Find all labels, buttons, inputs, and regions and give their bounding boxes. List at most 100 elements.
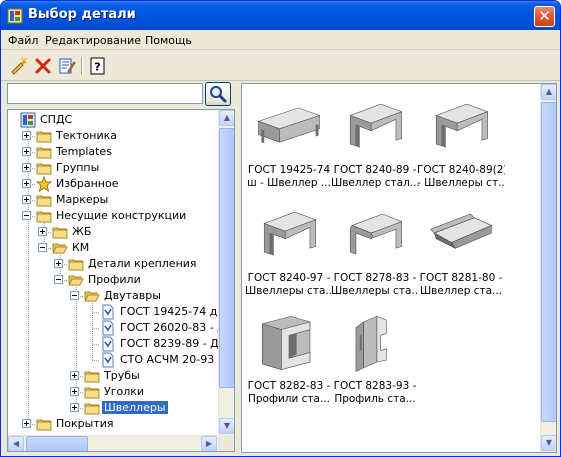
tree-node-label: Детали крепления <box>88 257 197 270</box>
tree-node[interactable]: Несущие конструкции <box>8 208 218 224</box>
menu-edit[interactable]: Редактирование <box>45 34 141 47</box>
tree-node[interactable]: Трубы <box>8 368 218 384</box>
tree-node[interactable]: Швеллеры <box>8 400 218 416</box>
tree-node[interactable]: СПДС <box>8 112 218 128</box>
folder-open-icon <box>68 272 84 288</box>
search-input[interactable] <box>7 83 203 104</box>
help-button[interactable]: ? <box>88 56 108 76</box>
close-icon: ✕ <box>538 7 551 25</box>
part-tile[interactable]: ГОСТ 8240-97 - Швеллеры ста... <box>245 200 333 308</box>
preview-scroll-thumb[interactable] <box>541 102 556 422</box>
part-tile[interactable]: ГОСТ 8283-93 - Профиль ста... <box>333 308 417 416</box>
part-caption-line1: ГОСТ 8281-80 - <box>419 272 503 284</box>
tree-node[interactable]: Маркеры <box>8 192 218 208</box>
tree-node[interactable]: КМ <box>8 240 218 256</box>
part-tile[interactable]: ГОСТ 8281-80 - Швеллер ста... <box>419 200 503 308</box>
tree-node-label: Покрытия <box>56 417 114 430</box>
window-title: Выбор детали <box>28 7 136 22</box>
part-tile[interactable]: ГОСТ 8240-89 - Швеллер стал... <box>331 92 419 200</box>
tree-node[interactable]: СТО АСЧМ 20-93 - <box>8 352 222 368</box>
collapse-icon[interactable] <box>54 275 63 284</box>
part-tile[interactable]: ГОСТ 8282-83 - Профили ста... <box>247 308 331 416</box>
expand-icon[interactable] <box>22 147 31 156</box>
expand-icon[interactable] <box>70 387 79 396</box>
delete-button[interactable] <box>33 56 53 76</box>
part-caption: ГОСТ 8240-97 - Швеллеры ста... <box>245 272 333 298</box>
collapse-icon[interactable] <box>70 291 79 300</box>
preview-vertical-scrollbar[interactable]: ▲ ▼ <box>540 84 556 452</box>
scroll-right-button[interactable]: ▶ <box>201 436 217 451</box>
tree-node[interactable]: Группы <box>8 160 218 176</box>
expand-icon[interactable] <box>22 195 31 204</box>
preview-scroll-down-button[interactable]: ▼ <box>541 435 556 451</box>
delete-icon <box>35 58 51 74</box>
tree-node[interactable]: Детали крепления <box>8 256 218 272</box>
expand-icon[interactable] <box>70 371 79 380</box>
part-caption: ГОСТ 19425-74 ш - Швеллер ... <box>245 164 333 190</box>
folder-open-icon <box>84 288 100 304</box>
tree-horizontal-scrollbar[interactable]: ◀ ▶ <box>8 435 218 451</box>
expand-icon[interactable] <box>22 419 31 428</box>
expand-icon[interactable] <box>54 259 63 268</box>
tree-node[interactable]: Профили <box>8 272 218 288</box>
parts-preview-panel[interactable]: ГОСТ 19425-74 ш - Швеллер ... ГОСТ 8240-89… <box>241 83 557 453</box>
catalog-tree[interactable]: СПДС Тектоника Templates Группы Избранное Мар… <box>7 109 235 452</box>
tree-node[interactable]: Тектоника <box>8 128 218 144</box>
collapse-icon[interactable] <box>22 211 31 220</box>
tree-node-label: Двутавры <box>104 289 161 302</box>
part-thumbnail <box>435 103 489 148</box>
part-thumbnail <box>262 315 311 371</box>
tree-node-label: ГОСТ 19425-74 дв <box>120 305 224 318</box>
collapse-icon[interactable] <box>38 243 47 252</box>
preview-scroll-up-button[interactable]: ▲ <box>541 84 556 100</box>
part-thumbnail <box>349 103 403 148</box>
part-caption-line2: - Швеллеры ст... <box>417 177 505 189</box>
tree-hscroll-thumb[interactable] <box>26 436 88 451</box>
part-tile[interactable]: ГОСТ 8240-89(2) - Швеллеры ст... <box>417 92 505 200</box>
folder-icon <box>52 224 68 240</box>
new-button[interactable] <box>9 56 29 76</box>
scroll-up-button[interactable]: ▲ <box>219 110 234 126</box>
menu-file[interactable]: Файл <box>8 34 38 47</box>
help-icon: ? <box>90 57 105 75</box>
part-caption: ГОСТ 8281-80 - Швеллер ста... <box>417 272 505 298</box>
scroll-down-button[interactable]: ▼ <box>219 418 234 434</box>
tree-node[interactable]: ГОСТ 8239-89 - Д <box>8 336 219 352</box>
tree-node[interactable]: ГОСТ 26020-83 - Д <box>8 320 226 336</box>
tree-node-label: Уголки <box>104 385 145 398</box>
menu-bar: Файл Редактирование Помощь <box>1 30 560 50</box>
part-caption-line1: ГОСТ 8240-89 - <box>333 164 417 176</box>
tree-node[interactable]: Покрытия <box>8 416 218 432</box>
part-tile[interactable]: ГОСТ 19425-74 ш - Швеллер ... <box>247 92 331 200</box>
close-button[interactable]: ✕ <box>534 6 555 27</box>
dialog-window: Выбор детали ✕ Файл Редактирование Помощ… <box>0 0 561 457</box>
tree-node[interactable]: ГОСТ 19425-74 дв <box>8 304 224 320</box>
expand-icon[interactable] <box>22 179 31 188</box>
new-icon <box>11 57 28 75</box>
search-button[interactable] <box>205 82 231 106</box>
tree-node[interactable]: ЖБ <box>8 224 218 240</box>
part-tile[interactable]: ГОСТ 8278-83 - Швеллеры ста... <box>331 200 419 308</box>
toolbar: ? <box>1 51 560 81</box>
part-thumbnail <box>355 315 387 372</box>
tree-node[interactable]: Templates <box>8 144 218 160</box>
expand-icon[interactable] <box>22 131 31 140</box>
tree-scroll-thumb[interactable] <box>219 128 234 388</box>
tree-node[interactable]: Двутавры <box>8 288 218 304</box>
tree-node[interactable]: Избранное <box>8 175 218 193</box>
title-bar[interactable]: Выбор детали ✕ <box>1 1 560 30</box>
chevron-down-icon: ▼ <box>223 421 231 430</box>
folder-icon <box>36 208 52 224</box>
expand-icon[interactable] <box>22 163 31 172</box>
tree-vertical-scrollbar[interactable]: ▲ ▼ <box>218 110 234 435</box>
tree-node-label: Templates <box>56 145 112 158</box>
menu-help[interactable]: Помощь <box>145 34 192 47</box>
star-icon <box>35 175 53 193</box>
properties-button[interactable] <box>57 56 77 76</box>
properties-icon <box>59 58 76 74</box>
tree-node[interactable]: Уголки <box>8 384 218 400</box>
expand-icon[interactable] <box>70 403 79 412</box>
scroll-left-button[interactable]: ◀ <box>8 436 24 451</box>
folder-icon <box>36 128 52 144</box>
expand-icon[interactable] <box>38 227 47 236</box>
